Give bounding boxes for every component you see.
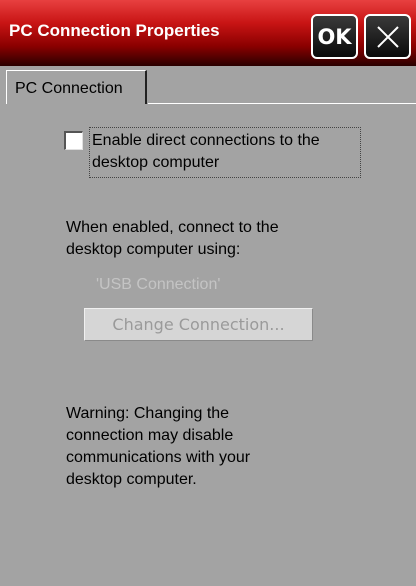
info-line-1: When enabled, connect to the — [66, 219, 279, 236]
warning-text: Warning: Changing the connection may dis… — [66, 403, 250, 491]
info-line-2: desktop computer using: — [66, 241, 241, 258]
connection-info-text: When enabled, connect to the desktop com… — [66, 217, 279, 261]
tab-strip: PC Connection — [0, 66, 416, 104]
title-bar: PC Connection Properties OK — [0, 0, 416, 66]
warning-line-2: connection may disable — [66, 427, 234, 444]
warning-line-1: Warning: Changing the — [66, 405, 230, 422]
checkbox-label-line-1: Enable direct connections to the — [92, 132, 320, 149]
connection-name: 'USB Connection' — [96, 276, 221, 293]
close-icon — [376, 25, 399, 48]
pc-connection-properties-window: PC Connection Properties OK PC Connectio… — [0, 0, 416, 586]
close-button[interactable] — [364, 14, 411, 59]
ok-button[interactable]: OK — [311, 14, 358, 59]
enable-direct-connections-checkbox[interactable] — [64, 131, 83, 150]
enable-direct-connections-label[interactable]: Enable direct connections to the desktop… — [89, 127, 361, 178]
change-connection-button[interactable]: Change Connection... — [84, 308, 313, 341]
checkbox-label-line-2: desktop computer — [92, 154, 220, 171]
warning-line-3: communications with your — [66, 449, 251, 466]
tab-label: PC Connection — [15, 80, 123, 97]
tab-divider — [148, 103, 416, 104]
window-title: PC Connection Properties — [9, 21, 220, 40]
warning-line-4: desktop computer. — [66, 471, 197, 488]
tab-pc-connection[interactable]: PC Connection — [6, 70, 147, 104]
